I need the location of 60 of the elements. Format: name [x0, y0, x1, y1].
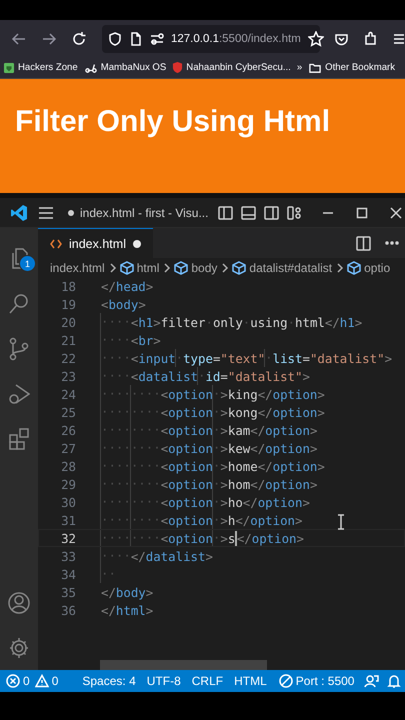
status-item[interactable]: HTML — [234, 674, 267, 688]
code-line: ····<h1>filter·only·using·html</h1> — [101, 313, 362, 331]
more-bookmarks-button[interactable]: » — [296, 62, 302, 73]
notification-badge: 1 — [19, 255, 36, 272]
line-number: 33 — [60, 548, 76, 564]
status-item[interactable]: Spaces: 4 — [82, 674, 136, 688]
line-number: 23 — [60, 368, 76, 384]
line-number: 24 — [60, 386, 76, 402]
code-line: ········<option·>ho</option> — [101, 493, 310, 511]
code-line: ········<option·>king</option> — [101, 385, 325, 403]
warnings-count[interactable]: 0 — [34, 674, 58, 688]
code-line: </head> — [101, 278, 154, 295]
line-number: 26 — [60, 422, 76, 438]
code-line: </html> — [101, 602, 154, 619]
code-line: ········<option·>hom</option> — [101, 475, 318, 493]
code-line: ········<option·>kew</option> — [101, 439, 318, 457]
status-item[interactable]: UTF-8 — [146, 674, 181, 688]
editor-tab[interactable]: index.html — [38, 228, 153, 258]
line-number: 34 — [60, 566, 76, 582]
line-number: 36 — [60, 602, 76, 618]
url-text: 127.0.0.1:5500/index.htm — [171, 32, 301, 44]
line-number: 31 — [60, 512, 76, 528]
breadcrumb[interactable]: index.html — [50, 260, 105, 274]
line-number: 22 — [60, 350, 76, 366]
code-line: ········<option·>kam</option> — [101, 421, 318, 439]
bookmark[interactable]: Nahaanbin CyberSecu... — [172, 61, 291, 74]
code-line: ····<br> — [101, 331, 161, 349]
line-number: 27 — [60, 440, 76, 456]
line-number: 35 — [60, 584, 76, 600]
code-line: ········<option·>home</option> — [101, 457, 325, 475]
breadcrumb[interactable]: body — [191, 260, 218, 274]
bookmark[interactable]: Hackers Zone — [3, 62, 78, 74]
breadcrumb[interactable]: optio — [364, 260, 390, 274]
line-number: 25 — [60, 404, 76, 420]
status-item[interactable]: CRLF — [192, 674, 224, 688]
code-line: ········<option·>h</option> — [101, 511, 302, 529]
bookmark[interactable]: MambaNux OS — [84, 61, 166, 74]
code-line: ········<option·>kong</option> — [101, 403, 325, 421]
code-line: <body> — [101, 296, 146, 313]
errors-count[interactable]: 0 — [6, 674, 30, 688]
code-line: ····</datalist> — [101, 547, 213, 565]
line-number: 18 — [60, 278, 76, 294]
port-status[interactable]: Port : 5500 — [278, 674, 354, 688]
bookmark[interactable]: Other Bookmark — [308, 61, 396, 74]
banner-title: Filter Only Using Html — [15, 105, 330, 139]
line-number: 19 — [60, 296, 76, 312]
breadcrumb[interactable]: datalist#datalist — [249, 260, 332, 274]
breadcrumb[interactable]: html — [136, 260, 160, 274]
line-number: 29 — [60, 476, 76, 492]
window-title: index.html - first - Visu... — [68, 206, 208, 220]
code-line: ·· — [101, 565, 116, 583]
line-number: 20 — [60, 314, 76, 330]
line-number: 32 — [60, 530, 76, 546]
code-line: ········<option·>s</option> — [101, 529, 304, 547]
code-line: </body> — [101, 584, 154, 601]
code-line: ····<datalist·id="datalist"> — [101, 367, 310, 385]
line-number: 28 — [60, 458, 76, 474]
line-number: 21 — [60, 332, 76, 348]
line-number: 30 — [60, 494, 76, 510]
code-line: ····<input·type="text"·list="datalist"> — [101, 349, 392, 367]
